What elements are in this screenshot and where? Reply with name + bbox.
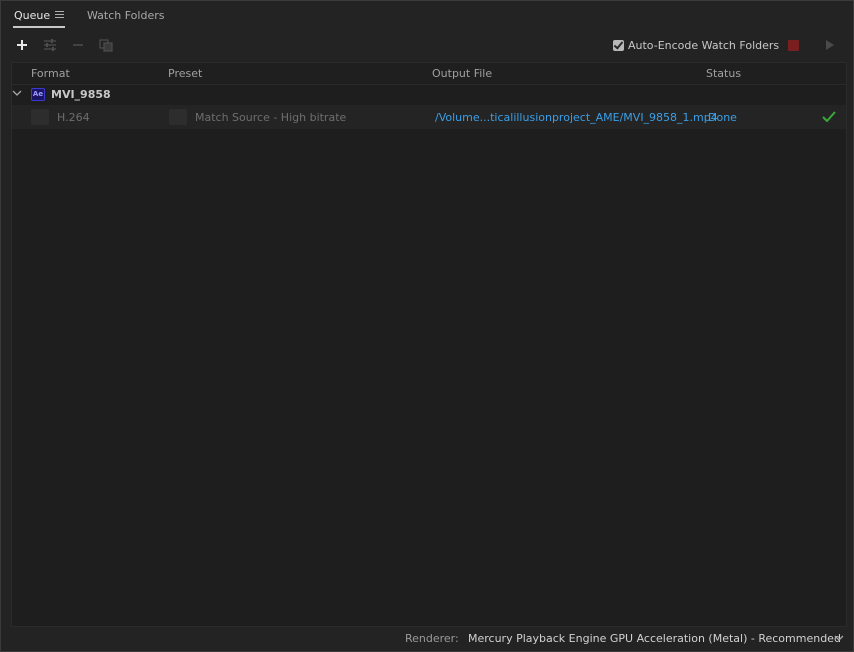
remove-button[interactable] — [69, 35, 87, 55]
queue-table: Format Preset Output File Status Ae MVI_… — [11, 62, 847, 627]
status-text: Done — [708, 111, 737, 124]
plus-icon — [17, 40, 27, 50]
column-header-status[interactable]: Status — [706, 67, 741, 80]
queue-toolbar: Auto-Encode Watch Folders — [1, 35, 853, 57]
stop-queue-button[interactable] — [788, 40, 799, 51]
start-queue-button[interactable] — [826, 40, 834, 50]
checkmark-icon — [822, 111, 836, 122]
sliders-icon — [44, 39, 56, 51]
auto-encode-toggle[interactable]: Auto-Encode Watch Folders — [613, 38, 779, 52]
output-settings-button[interactable] — [41, 35, 59, 55]
table-row[interactable]: H.264 Match Source - High bitrate /Volum… — [12, 105, 846, 129]
tab-watch-folders[interactable]: Watch Folders — [87, 9, 164, 22]
column-header-output-file[interactable]: Output File — [432, 67, 492, 80]
auto-encode-label: Auto-Encode Watch Folders — [628, 38, 780, 52]
preset-cell[interactable]: Match Source - High bitrate — [195, 111, 346, 124]
tab-queue[interactable]: Queue — [14, 9, 50, 22]
format-cell[interactable]: H.264 — [57, 111, 90, 124]
duplicate-icon — [99, 38, 113, 52]
tab-bar: Queue Watch Folders — [1, 1, 853, 31]
chevron-down-icon[interactable] — [834, 634, 844, 642]
renderer-select[interactable]: Mercury Playback Engine GPU Acceleration… — [468, 632, 841, 645]
column-header-preset[interactable]: Preset — [168, 67, 202, 80]
queue-panel: Queue Watch Folders Auto-Encode Watch Fo… — [0, 0, 854, 652]
after-effects-icon: Ae — [31, 88, 45, 101]
minus-icon — [73, 44, 83, 46]
column-header-format[interactable]: Format — [31, 67, 70, 80]
add-source-button[interactable] — [13, 35, 31, 55]
chevron-down-icon[interactable] — [12, 88, 22, 98]
source-group-row[interactable]: Ae MVI_9858 — [12, 85, 846, 105]
auto-encode-checkbox[interactable] — [613, 39, 624, 51]
active-tab-indicator — [13, 26, 65, 28]
output-file-link[interactable]: /Volume...ticalillusionproject_AME/MVI_9… — [435, 111, 718, 124]
renderer-label: Renderer: — [405, 632, 459, 645]
table-header: Format Preset Output File Status — [12, 63, 846, 85]
renderer-bar: Renderer: Mercury Playback Engine GPU Ac… — [1, 628, 853, 650]
source-name: MVI_9858 — [51, 88, 111, 101]
panel-menu-icon[interactable] — [55, 11, 64, 19]
format-dropdown-icon[interactable] — [31, 109, 49, 125]
duplicate-button[interactable] — [97, 35, 115, 55]
preset-dropdown-icon[interactable] — [169, 109, 187, 125]
